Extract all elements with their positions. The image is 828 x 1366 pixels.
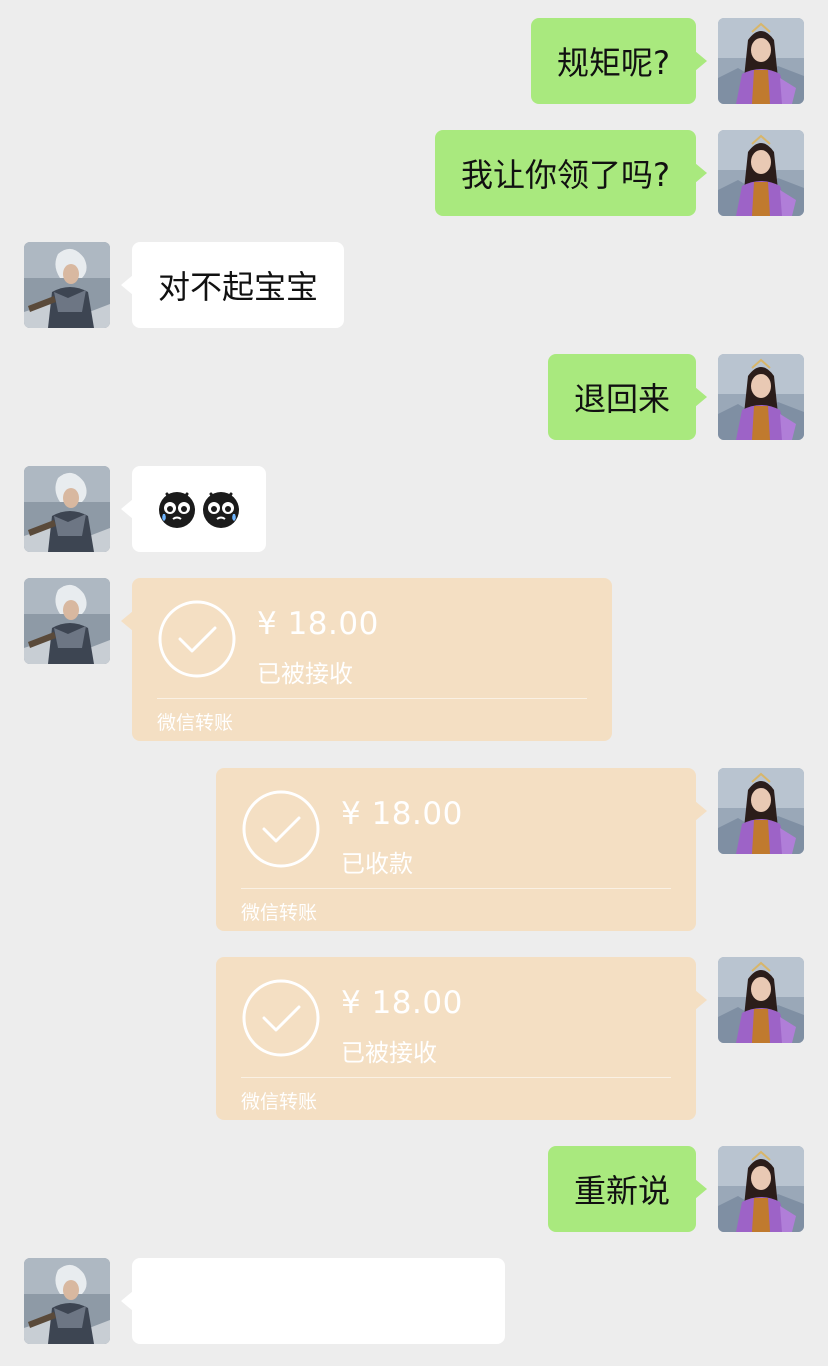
check-circle-icon (242, 790, 320, 868)
message-text: 我让你领了吗? (461, 156, 670, 194)
my-avatar[interactable] (718, 1146, 804, 1232)
transfer-status: 已收款 (341, 850, 413, 878)
check-circle-icon (158, 600, 236, 678)
contact-avatar[interactable] (24, 578, 110, 664)
transfer-amount: ¥ 18.00 (341, 985, 463, 1021)
my-avatar[interactable] (718, 18, 804, 104)
contact-message-bubble[interactable] (121, 1258, 505, 1344)
transfer-status: 已被接收 (341, 1039, 437, 1067)
divider (241, 1077, 671, 1078)
contact-avatar[interactable] (24, 1258, 110, 1344)
my-message-bubble[interactable]: 我让你领了吗? (435, 130, 707, 216)
transfer-card[interactable]: ¥ 18.00 已收款 微信转账 (216, 768, 707, 931)
message-text: 重新说 (573, 1172, 670, 1210)
message-text: 退回来 (573, 380, 670, 418)
transfer-card[interactable]: ¥ 18.00 已被接收 微信转账 (216, 957, 707, 1120)
my-avatar[interactable] (718, 130, 804, 216)
my-avatar[interactable] (718, 354, 804, 440)
chat-area: 规矩呢? 我让你领了吗? 对不起宝宝 退回来 ¥ 18.00 已被接收 微信转账… (0, 0, 828, 1366)
transfer-label: 微信转账 (241, 902, 318, 924)
contact-avatar[interactable] (24, 466, 110, 552)
my-message-bubble[interactable]: 退回来 (547, 354, 708, 440)
my-message-bubble[interactable]: 重新说 (547, 1146, 708, 1232)
transfer-amount: ¥ 18.00 (341, 796, 463, 832)
transfer-label: 微信转账 (241, 1091, 318, 1113)
divider (241, 888, 671, 889)
transfer-amount: ¥ 18.00 (257, 606, 379, 642)
crying-face-emoji (203, 492, 239, 528)
contact-message-bubble[interactable]: 对不起宝宝 (120, 242, 345, 328)
transfer-status: 已被接收 (257, 660, 353, 688)
my-avatar[interactable] (718, 768, 804, 854)
my-avatar[interactable] (718, 957, 804, 1043)
crying-face-emoji (159, 492, 195, 528)
message-text: 规矩呢? (557, 44, 670, 82)
transfer-label: 微信转账 (157, 712, 234, 734)
contact-avatar[interactable] (24, 242, 110, 328)
my-message-bubble[interactable]: 规矩呢? (531, 18, 707, 104)
divider (157, 698, 587, 699)
transfer-card[interactable]: ¥ 18.00 已被接收 微信转账 (121, 578, 612, 741)
contact-emoji-bubble[interactable] (121, 466, 266, 552)
message-text: 对不起宝宝 (158, 268, 319, 306)
check-circle-icon (242, 979, 320, 1057)
